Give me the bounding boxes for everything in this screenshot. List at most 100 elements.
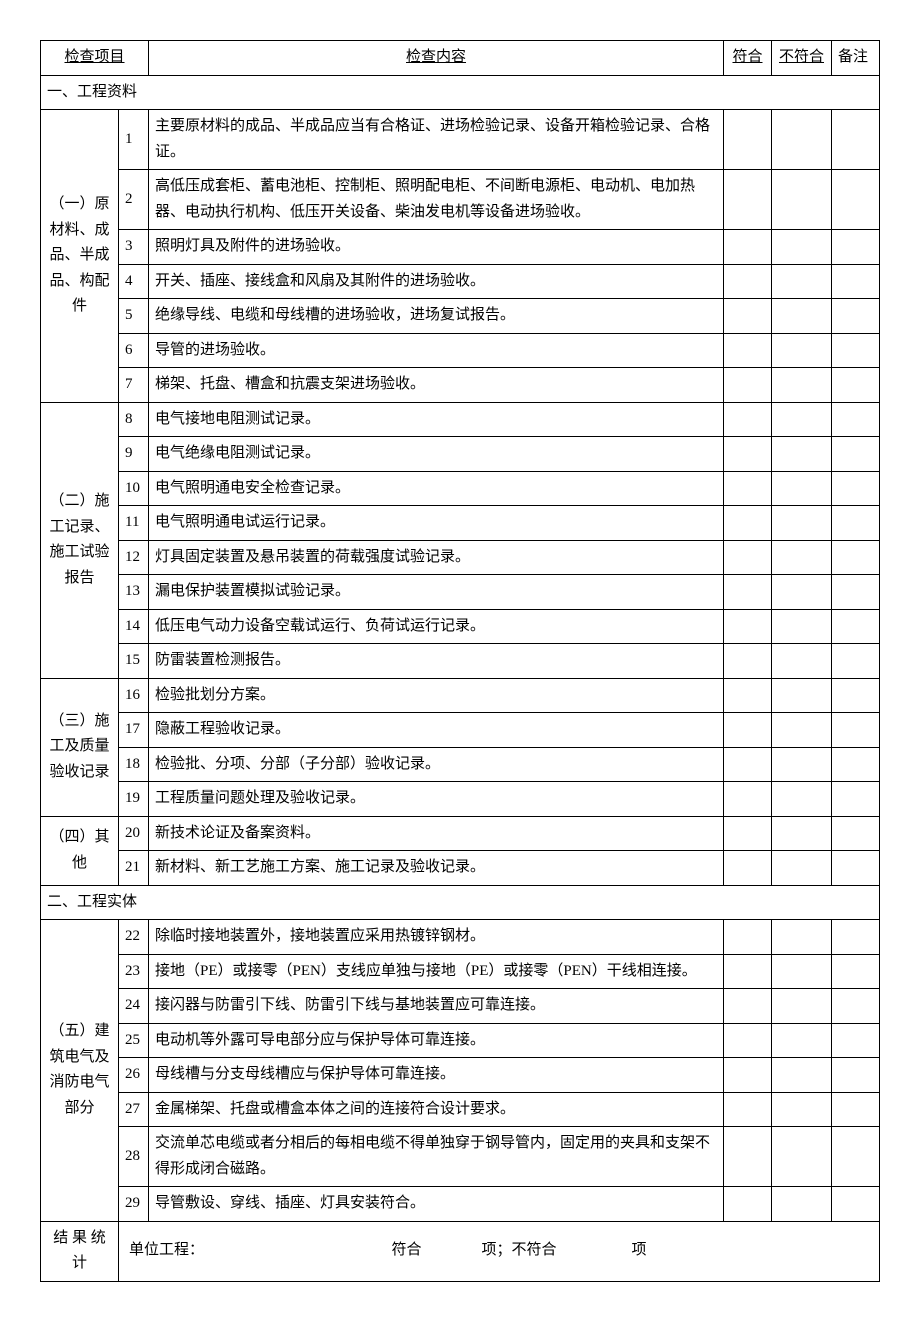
remark-cell[interactable] <box>832 437 880 472</box>
nonconform-cell[interactable] <box>772 471 832 506</box>
conform-cell[interactable] <box>724 1092 772 1127</box>
nonconform-cell[interactable] <box>772 1187 832 1222</box>
remark-cell[interactable] <box>832 816 880 851</box>
nonconform-cell[interactable] <box>772 609 832 644</box>
nonconform-cell[interactable] <box>772 1092 832 1127</box>
remark-cell[interactable] <box>832 506 880 541</box>
row-content: 除临时接地装置外，接地装置应采用热镀锌钢材。 <box>149 920 724 955</box>
remark-cell[interactable] <box>832 471 880 506</box>
conform-cell[interactable] <box>724 816 772 851</box>
conform-cell[interactable] <box>724 110 772 170</box>
summary-text[interactable]: 单位工程： 符合 项；不符合 项 <box>119 1221 880 1281</box>
conform-cell[interactable] <box>724 368 772 403</box>
remark-cell[interactable] <box>832 713 880 748</box>
nonconform-cell[interactable] <box>772 506 832 541</box>
remark-cell[interactable] <box>832 299 880 334</box>
table-row: 21 新材料、新工艺施工方案、施工记录及验收记录。 <box>41 851 880 886</box>
nonconform-cell[interactable] <box>772 954 832 989</box>
table-row: 7 梯架、托盘、槽盒和抗震支架进场验收。 <box>41 368 880 403</box>
conform-cell[interactable] <box>724 299 772 334</box>
row-num: 1 <box>119 110 149 170</box>
table-row: 9 电气绝缘电阻测试记录。 <box>41 437 880 472</box>
remark-cell[interactable] <box>832 989 880 1024</box>
conform-cell[interactable] <box>724 609 772 644</box>
conform-cell[interactable] <box>724 1127 772 1187</box>
nonconform-cell[interactable] <box>772 230 832 265</box>
remark-cell[interactable] <box>832 1092 880 1127</box>
nonconform-cell[interactable] <box>772 644 832 679</box>
conform-cell[interactable] <box>724 954 772 989</box>
conform-cell[interactable] <box>724 575 772 610</box>
nonconform-cell[interactable] <box>772 989 832 1024</box>
conform-cell[interactable] <box>724 230 772 265</box>
conform-cell[interactable] <box>724 402 772 437</box>
nonconform-cell[interactable] <box>772 170 832 230</box>
remark-cell[interactable] <box>832 644 880 679</box>
conform-cell[interactable] <box>724 1023 772 1058</box>
remark-cell[interactable] <box>832 540 880 575</box>
remark-cell[interactable] <box>832 678 880 713</box>
nonconform-cell[interactable] <box>772 782 832 817</box>
nonconform-cell[interactable] <box>772 402 832 437</box>
remark-cell[interactable] <box>832 333 880 368</box>
remark-cell[interactable] <box>832 1127 880 1187</box>
remark-cell[interactable] <box>832 747 880 782</box>
nonconform-cell[interactable] <box>772 368 832 403</box>
nonconform-cell[interactable] <box>772 299 832 334</box>
nonconform-cell[interactable] <box>772 816 832 851</box>
conform-cell[interactable] <box>724 851 772 886</box>
remark-cell[interactable] <box>832 110 880 170</box>
table-row: （一）原材料、成品、半成品、构配件 1 主要原材料的成品、半成品应当有合格证、进… <box>41 110 880 170</box>
remark-cell[interactable] <box>832 1058 880 1093</box>
conform-cell[interactable] <box>724 540 772 575</box>
nonconform-cell[interactable] <box>772 713 832 748</box>
conform-cell[interactable] <box>724 170 772 230</box>
nonconform-cell[interactable] <box>772 575 832 610</box>
conform-cell[interactable] <box>724 1187 772 1222</box>
row-num: 21 <box>119 851 149 886</box>
remark-cell[interactable] <box>832 264 880 299</box>
remark-cell[interactable] <box>832 851 880 886</box>
remark-cell[interactable] <box>832 170 880 230</box>
conform-cell[interactable] <box>724 471 772 506</box>
conform-cell[interactable] <box>724 713 772 748</box>
conform-cell[interactable] <box>724 920 772 955</box>
remark-cell[interactable] <box>832 609 880 644</box>
conform-cell[interactable] <box>724 264 772 299</box>
row-content: 开关、插座、接线盒和风扇及其附件的进场验收。 <box>149 264 724 299</box>
remark-cell[interactable] <box>832 230 880 265</box>
section-row: 一、工程资料 <box>41 75 880 110</box>
row-num: 23 <box>119 954 149 989</box>
conform-cell[interactable] <box>724 782 772 817</box>
remark-cell[interactable] <box>832 1023 880 1058</box>
conform-cell[interactable] <box>724 506 772 541</box>
nonconform-cell[interactable] <box>772 747 832 782</box>
table-row: 10 电气照明通电安全检查记录。 <box>41 471 880 506</box>
remark-cell[interactable] <box>832 782 880 817</box>
remark-cell[interactable] <box>832 368 880 403</box>
conform-cell[interactable] <box>724 678 772 713</box>
nonconform-cell[interactable] <box>772 1127 832 1187</box>
nonconform-cell[interactable] <box>772 333 832 368</box>
nonconform-cell[interactable] <box>772 540 832 575</box>
conform-cell[interactable] <box>724 644 772 679</box>
remark-cell[interactable] <box>832 920 880 955</box>
nonconform-cell[interactable] <box>772 920 832 955</box>
nonconform-cell[interactable] <box>772 264 832 299</box>
nonconform-cell[interactable] <box>772 678 832 713</box>
nonconform-cell[interactable] <box>772 1058 832 1093</box>
conform-cell[interactable] <box>724 333 772 368</box>
nonconform-cell[interactable] <box>772 437 832 472</box>
remark-cell[interactable] <box>832 954 880 989</box>
remark-cell[interactable] <box>832 1187 880 1222</box>
nonconform-cell[interactable] <box>772 851 832 886</box>
nonconform-cell[interactable] <box>772 1023 832 1058</box>
remark-cell[interactable] <box>832 575 880 610</box>
nonconform-cell[interactable] <box>772 110 832 170</box>
remark-cell[interactable] <box>832 402 880 437</box>
conform-cell[interactable] <box>724 989 772 1024</box>
table-row: 28 交流单芯电缆或者分相后的每相电缆不得单独穿于钢导管内，固定用的夹具和支架不… <box>41 1127 880 1187</box>
conform-cell[interactable] <box>724 437 772 472</box>
conform-cell[interactable] <box>724 1058 772 1093</box>
conform-cell[interactable] <box>724 747 772 782</box>
